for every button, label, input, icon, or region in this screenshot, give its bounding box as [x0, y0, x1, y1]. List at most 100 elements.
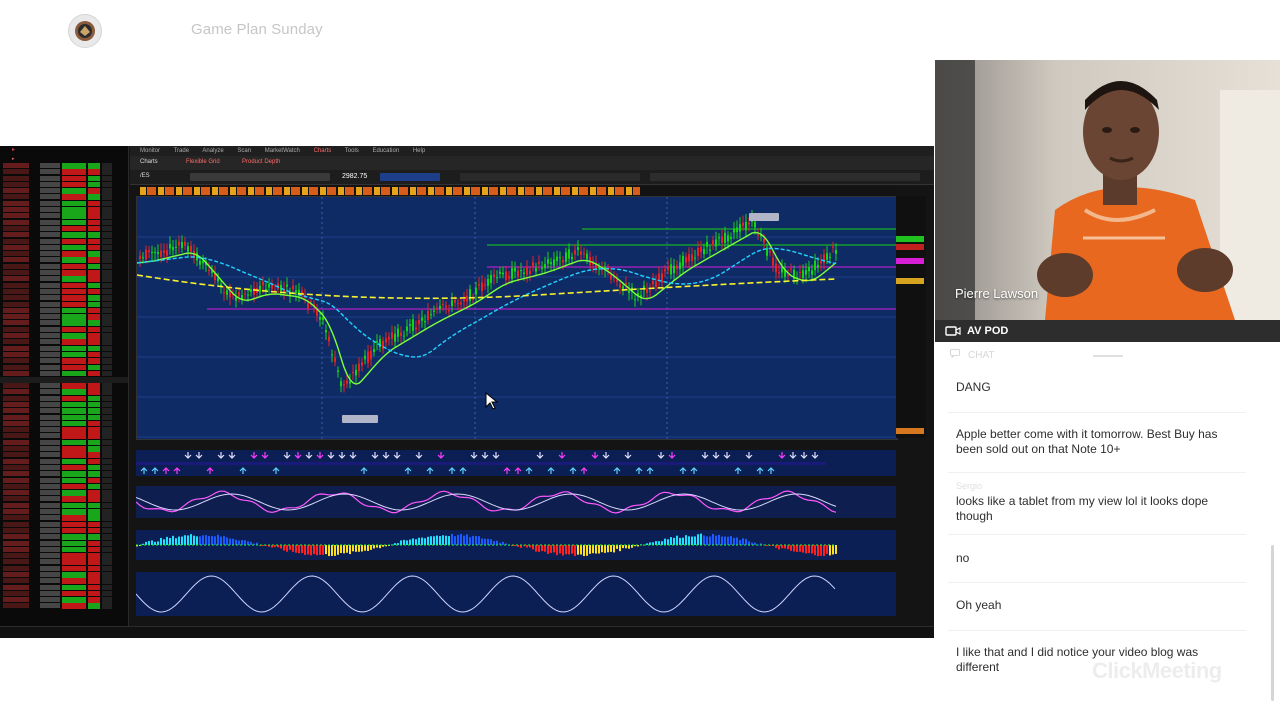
price-candle [340, 381, 342, 387]
watchlist-extra-cell [102, 464, 112, 471]
watchlist-symbol-cell [3, 452, 29, 458]
price-candle [199, 260, 201, 265]
price-candle [517, 270, 519, 277]
indicator-arrow [800, 452, 808, 459]
squeeze-bar [796, 545, 798, 553]
watchlist-net-cell [88, 295, 100, 301]
price-candle [244, 293, 246, 295]
squeeze-bar [421, 537, 423, 545]
symbol-field[interactable]: /ES [140, 173, 150, 179]
watchlist-symbol-cell [3, 553, 29, 559]
watchlist-row[interactable] [0, 603, 128, 609]
squeeze-bar [223, 536, 225, 545]
video-camera-icon[interactable] [945, 325, 961, 337]
watchlist-net-cell [88, 477, 100, 484]
watchlist-change-cell [62, 420, 86, 427]
price-candle [259, 285, 261, 293]
watchlist-symbol-cell [3, 458, 29, 464]
indicator-arrow [448, 467, 456, 474]
watchlist-header[interactable]: ▸ [0, 155, 128, 163]
mouse-cursor-icon [485, 392, 499, 410]
watchlist-extra-cell [102, 345, 112, 352]
indicator-arrow [261, 452, 269, 459]
price-candle [820, 261, 822, 264]
price-candle [343, 384, 345, 386]
price-candle [355, 369, 357, 376]
watchlist-net-cell [88, 420, 100, 427]
watchlist-change-cell [62, 175, 86, 182]
price-candle [376, 341, 378, 343]
drawing-tools[interactable] [650, 173, 920, 181]
tab-charts[interactable]: Charts [140, 159, 158, 165]
tab-flexible-grid[interactable]: Flexible Grid [186, 159, 220, 165]
watchlist-last-cell [40, 477, 60, 483]
squeeze-bar [619, 545, 621, 552]
menu-trade[interactable]: Trade [174, 148, 189, 154]
watchlist-last-cell [40, 452, 60, 458]
chat-collapse-handle[interactable] [1093, 355, 1123, 357]
squeeze-bar [418, 537, 420, 545]
watchlist-net-cell [88, 433, 100, 439]
watchlist-last-cell [40, 320, 60, 326]
watchlist-row[interactable] [0, 370, 128, 377]
menu-help[interactable]: Help [413, 148, 425, 154]
watchlist-last-cell [40, 546, 60, 552]
watchlist-net-cell [88, 458, 100, 465]
watchlist-symbol-cell [3, 232, 29, 238]
squeeze-bar [703, 535, 705, 545]
price-candle [361, 362, 363, 366]
watchlist-last-cell [40, 483, 60, 489]
menu-scan[interactable]: Scan [237, 148, 251, 154]
squeeze-bar [778, 545, 780, 550]
watchlist-rows-secondary [0, 383, 128, 610]
squeeze-bar [574, 545, 576, 556]
watchlist-change-cell [62, 213, 86, 219]
chat-header[interactable]: CHAT [968, 350, 994, 361]
watchlist-change-cell [62, 446, 86, 452]
indicator-arrow [679, 467, 687, 474]
price-candle [352, 372, 354, 374]
indicator-arrow [756, 467, 764, 474]
price-candle [763, 238, 765, 243]
menu-analyze[interactable]: Analyze [202, 148, 223, 154]
watchlist-symbol-cell [3, 181, 29, 187]
watchlist-change-cell [62, 590, 86, 597]
watchlist-rows [0, 163, 128, 377]
menu-charts[interactable]: Charts [314, 148, 332, 154]
menu-marketwatch[interactable]: MarketWatch [265, 148, 300, 154]
price-candle [568, 249, 570, 259]
squeeze-bar [706, 536, 708, 545]
price-candle [526, 266, 528, 275]
menu-tools[interactable]: Tools [345, 148, 359, 154]
watchlist-extra-cell [102, 276, 112, 282]
chat-scrollbar[interactable] [1271, 545, 1274, 701]
price-candle [541, 267, 543, 269]
watchlist-change-cell [62, 320, 86, 326]
watchlist-last-cell [40, 370, 60, 376]
account-info-header[interactable]: ▸ [0, 146, 128, 155]
price-candle [481, 282, 483, 292]
watchlist-change-cell [62, 483, 86, 490]
tab-product-depth[interactable]: Product Depth [242, 159, 280, 165]
squeeze-bar [730, 536, 732, 545]
price-chart[interactable] [136, 196, 898, 440]
watchlist-change-cell [62, 314, 86, 320]
watchlist-last-cell [40, 458, 60, 464]
watchlist-change-cell [62, 597, 86, 603]
indicator-arrow [580, 467, 588, 474]
price-candle [448, 310, 450, 312]
indicator-arrow [283, 452, 291, 459]
watchlist-last-cell [40, 515, 60, 521]
price-candle [349, 381, 351, 384]
squeeze-bar [319, 545, 321, 555]
squeeze-bar [463, 535, 465, 545]
squeeze-bar [613, 545, 615, 553]
menu-education[interactable]: Education [372, 148, 399, 154]
watchlist-net-cell [88, 452, 100, 458]
watchlist-change-cell [62, 553, 86, 559]
menu-monitor[interactable]: Monitor [140, 148, 160, 154]
av-pod-bar: AV POD [935, 320, 1280, 342]
logo-icon[interactable] [68, 14, 102, 48]
watchlist-net-cell [88, 540, 100, 547]
squeeze-bar [301, 545, 303, 553]
